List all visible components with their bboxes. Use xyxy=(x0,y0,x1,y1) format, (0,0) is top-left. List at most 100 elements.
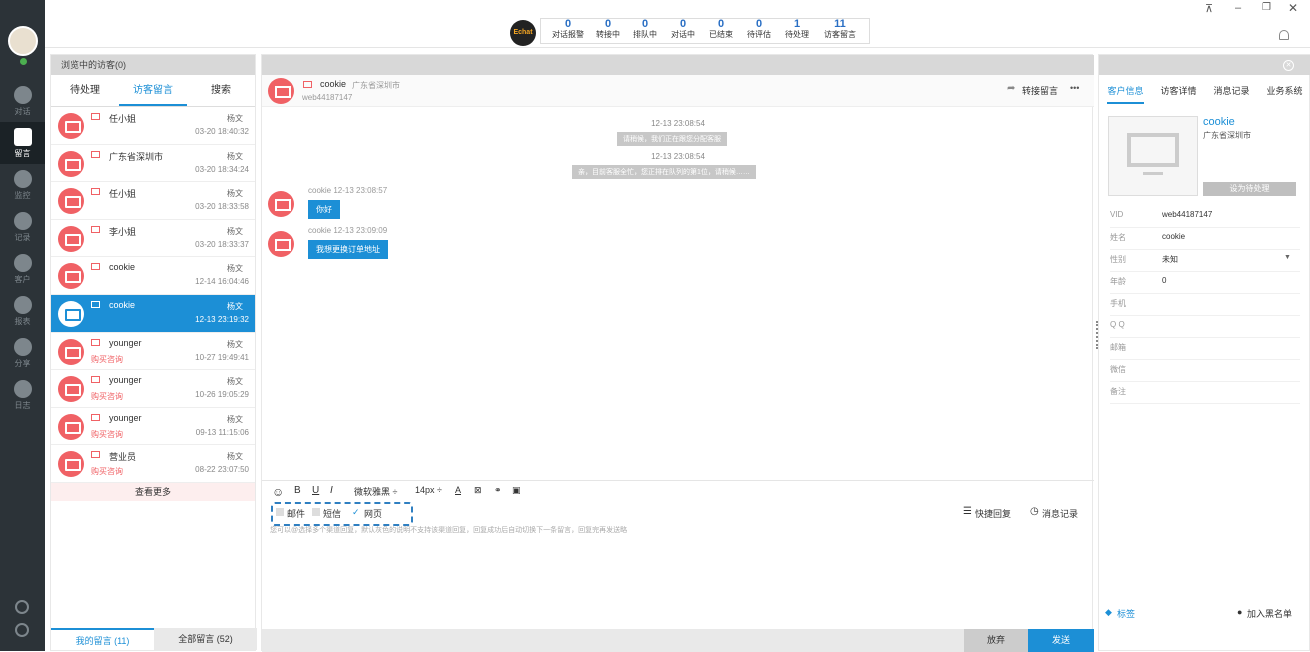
list-item[interactable]: cookie 杨文 12-13 23:19:32 xyxy=(51,294,255,333)
stat-chat-alarm[interactable]: 0 对话报警 xyxy=(548,18,588,40)
stat-to-evaluate[interactable]: 0 待评估 xyxy=(739,18,779,40)
list-item[interactable]: 广东省深圳市 杨文 03-20 18:34:24 xyxy=(51,145,255,183)
customer-name: cookie xyxy=(1203,116,1235,128)
browsing-visitors-header[interactable]: 浏览中的访客(0) xyxy=(51,55,255,75)
info-field[interactable]: 手机 xyxy=(1110,294,1300,316)
list-item[interactable]: cookie 杨文 12-14 16:04:46 xyxy=(51,257,255,295)
info-field[interactable]: VID web44187147 xyxy=(1110,206,1300,228)
italic-button[interactable]: I xyxy=(330,485,333,496)
more-options-button[interactable]: ••• xyxy=(1070,83,1079,93)
visitor-avatar xyxy=(58,225,84,252)
set-pending-button[interactable]: 设为待处理 xyxy=(1203,182,1296,196)
info-field[interactable]: Q Q xyxy=(1110,316,1300,338)
stat-queuing[interactable]: 0 排队中 xyxy=(625,18,665,40)
info-field[interactable]: 性别 未知 xyxy=(1110,250,1300,272)
stat-visitor-messages[interactable]: 11 访客留言 xyxy=(820,18,860,40)
discard-button[interactable]: 放弃 xyxy=(964,629,1028,652)
list-item[interactable]: younger 购买咨询 杨文 10-26 19:05:29 xyxy=(51,370,255,408)
nav-reports[interactable]: 报表 xyxy=(0,290,45,332)
list-item[interactable]: 任小姐 杨文 03-20 18:33:58 xyxy=(51,182,255,220)
send-button[interactable]: 发送 xyxy=(1028,629,1094,652)
visitor-avatar xyxy=(58,150,84,177)
settings-icon[interactable] xyxy=(15,600,29,614)
message-time: 03-20 18:33:37 xyxy=(195,239,249,249)
stat-pending[interactable]: 1 待处理 xyxy=(777,18,817,40)
top-bar: Echat 0 对话报警 0 转接中 0 排队中 0 对话中 0 已结束 0 待评估 1 待处… xyxy=(45,0,1310,48)
visitor-avatar xyxy=(58,300,84,327)
visitor-pc-icon xyxy=(303,81,312,88)
message-category: 购买咨询 xyxy=(91,354,123,364)
nav-monitor[interactable]: 监控 xyxy=(0,164,45,206)
nav-logs[interactable]: 日志 xyxy=(0,374,45,416)
list-item[interactable]: younger 购买咨询 杨文 10-27 19:49:41 xyxy=(51,333,255,371)
font-select[interactable]: 微软雅黑 ÷ xyxy=(354,485,397,498)
field-value[interactable]: 0 xyxy=(1162,276,1166,285)
info-field[interactable]: 邮箱 xyxy=(1110,338,1300,360)
nav-share[interactable]: 分享 xyxy=(0,332,45,374)
sms-checkbox[interactable] xyxy=(312,508,320,516)
nav-records[interactable]: 记录 xyxy=(0,206,45,248)
view-more-button[interactable]: 查看更多 xyxy=(51,482,255,501)
screenshot-icon[interactable]: ⊠ xyxy=(474,485,482,496)
info-field[interactable]: 备注 xyxy=(1110,382,1300,404)
agent-name: 杨文 xyxy=(227,301,243,311)
close-panel-icon[interactable]: ✕ xyxy=(1283,60,1294,71)
tab-all-messages[interactable]: 全部留言 (52) xyxy=(154,628,257,650)
tab-business-system[interactable]: 业务系统 xyxy=(1266,84,1302,104)
underline-button[interactable]: U xyxy=(312,485,319,496)
visitor-avatar xyxy=(58,338,84,365)
transfer-message-button[interactable]: 转接留言 xyxy=(1022,84,1058,97)
image-icon[interactable]: ▣ xyxy=(512,485,521,496)
tab-visitor-messages[interactable]: 访客留言 xyxy=(119,75,187,106)
monitor-stand xyxy=(1143,172,1163,175)
field-value[interactable]: web44187147 xyxy=(1162,210,1212,219)
stat-transferring[interactable]: 0 转接中 xyxy=(588,18,628,40)
list-item[interactable]: younger 购买咨询 杨文 09-13 11:15:06 xyxy=(51,408,255,446)
nav-messages[interactable]: 留言 xyxy=(0,122,45,164)
web-checkbox[interactable]: ✓ xyxy=(352,507,360,518)
avatar[interactable] xyxy=(8,26,38,56)
tab-my-messages[interactable]: 我的留言 (11) xyxy=(51,628,154,650)
quick-reply-button[interactable]: 快捷回复 xyxy=(975,507,1011,520)
reply-hint[interactable]: 您可以@选择多个渠道回复，默认灰色的说明不支持该渠道回复，回复成功后自动切换下一… xyxy=(270,525,1070,535)
field-value[interactable]: 未知 xyxy=(1162,254,1178,265)
nav-customers[interactable]: 客户 xyxy=(0,248,45,290)
size-select[interactable]: 14px ÷ xyxy=(415,485,442,495)
list-item[interactable]: 任小姐 杨文 03-20 18:40:32 xyxy=(51,107,255,145)
tab-pending[interactable]: 待处理 xyxy=(51,75,119,106)
id-card-icon xyxy=(13,254,32,272)
link-icon[interactable]: ⚭ xyxy=(494,485,502,496)
close-icon[interactable]: ✕ xyxy=(1288,1,1298,15)
info-field[interactable]: 微信 xyxy=(1110,360,1300,382)
customer-photo[interactable] xyxy=(1108,116,1198,196)
bold-button[interactable]: B xyxy=(294,485,301,496)
emoji-icon[interactable]: ☺ xyxy=(272,485,284,499)
field-value[interactable]: cookie xyxy=(1162,232,1185,241)
drag-handle[interactable] xyxy=(1096,321,1098,349)
font-color-button[interactable]: A xyxy=(455,485,461,495)
tab-message-records[interactable]: 消息记录 xyxy=(1213,84,1249,104)
tab-visitor-details[interactable]: 访客详情 xyxy=(1160,84,1196,104)
pin-icon[interactable]: ⊼ xyxy=(1205,2,1213,15)
info-field[interactable]: 年龄 0 xyxy=(1110,272,1300,294)
info-field[interactable]: 姓名 cookie xyxy=(1110,228,1300,250)
message-list: 任小姐 杨文 03-20 18:40:32 广东省深圳市 杨文 03-20 18:34:2… xyxy=(51,107,255,483)
field-label: 微信 xyxy=(1110,365,1126,374)
message-time: 10-27 19:49:41 xyxy=(195,352,249,362)
bell-icon[interactable] xyxy=(1279,30,1289,40)
tab-customer-info[interactable]: 客户信息 xyxy=(1107,84,1144,104)
minimize-icon[interactable]: – xyxy=(1235,2,1241,14)
message-history-button[interactable]: 消息记录 xyxy=(1042,507,1078,520)
restore-icon[interactable]: ❐ xyxy=(1262,2,1271,13)
tab-search[interactable]: 搜索 xyxy=(187,75,255,106)
stat-chatting[interactable]: 0 对话中 xyxy=(663,18,703,40)
blacklist-button[interactable]: 加入黑名单 xyxy=(1247,607,1292,620)
mail-checkbox[interactable] xyxy=(276,508,284,516)
gender-dropdown-arrow[interactable]: ▼ xyxy=(1284,254,1291,261)
tag-button[interactable]: 标签 xyxy=(1117,607,1135,620)
list-item[interactable]: 李小姐 杨文 03-20 18:33:37 xyxy=(51,220,255,258)
nav-chat[interactable]: 对话 xyxy=(0,80,45,122)
stat-ended[interactable]: 0 已结束 xyxy=(701,18,741,40)
list-item[interactable]: 营业员 购买咨询 杨文 08-22 23:07:50 xyxy=(51,445,255,483)
power-icon[interactable] xyxy=(15,623,29,637)
